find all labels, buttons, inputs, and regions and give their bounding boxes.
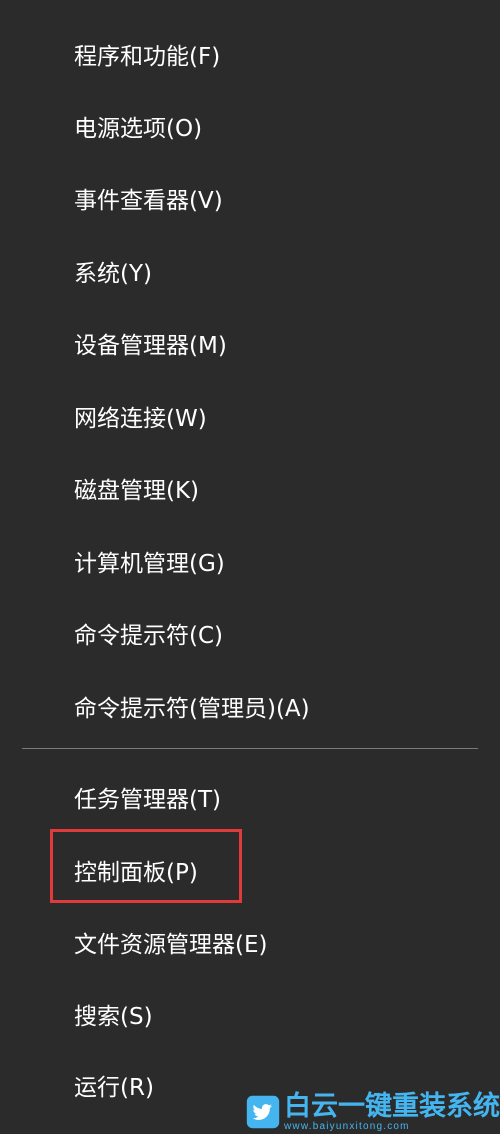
menu-item-label: 系统(Y): [74, 261, 152, 287]
menu-item-label: 文件资源管理器(E): [74, 932, 268, 958]
menu-item-command-prompt[interactable]: 命令提示符(C): [0, 611, 500, 655]
menu-item-system[interactable]: 系统(Y): [0, 249, 500, 293]
menu-item-label: 搜索(S): [74, 1004, 153, 1030]
menu-item-label: 任务管理器(T): [74, 787, 221, 813]
menu-item-network-connections[interactable]: 网络连接(W): [0, 394, 500, 438]
menu-item-programs-and-features[interactable]: 程序和功能(F): [0, 32, 500, 76]
menu-item-label: 命令提示符(管理员)(A): [74, 696, 310, 722]
watermark: 白云一键重装系统 www.baiyunxitong.com: [246, 1090, 500, 1134]
menu-item-power-options[interactable]: 电源选项(O): [0, 104, 500, 148]
watermark-name: 白云一键重装系统: [284, 1090, 500, 1122]
menu-separator: [22, 748, 478, 749]
menu-item-label: 事件查看器(V): [74, 188, 223, 214]
menu-item-label: 磁盘管理(K): [74, 478, 200, 504]
menu-item-event-viewer[interactable]: 事件查看器(V): [0, 176, 500, 220]
menu-item-label: 计算机管理(G): [74, 551, 225, 577]
menu-item-label: 运行(R): [74, 1075, 154, 1101]
menu-item-task-manager[interactable]: 任务管理器(T): [0, 775, 500, 819]
menu-item-command-prompt-admin[interactable]: 命令提示符(管理员)(A): [0, 684, 500, 728]
watermark-url: www.baiyunxitong.com: [284, 1120, 410, 1132]
menu-item-label: 网络连接(W): [74, 406, 207, 432]
menu-item-label: 命令提示符(C): [74, 623, 224, 649]
menu-item-file-explorer[interactable]: 文件资源管理器(E): [0, 920, 500, 964]
context-menu: 程序和功能(F) 电源选项(O) 事件查看器(V) 系统(Y) 设备管理器(M)…: [0, 0, 500, 1134]
menu-item-label: 控制面板(P): [74, 860, 198, 886]
menu-item-computer-management[interactable]: 计算机管理(G): [0, 539, 500, 583]
menu-item-device-manager[interactable]: 设备管理器(M): [0, 321, 500, 365]
twitter-bird-icon: [246, 1095, 280, 1129]
menu-item-label: 电源选项(O): [74, 116, 203, 142]
menu-item-label: 程序和功能(F): [74, 44, 221, 70]
watermark-text: 白云一键重装系统 www.baiyunxitong.com: [284, 1093, 500, 1132]
menu-item-search[interactable]: 搜索(S): [0, 992, 500, 1036]
menu-item-control-panel[interactable]: 控制面板(P): [0, 848, 500, 892]
menu-item-label: 设备管理器(M): [74, 333, 227, 359]
menu-item-disk-management[interactable]: 磁盘管理(K): [0, 466, 500, 510]
